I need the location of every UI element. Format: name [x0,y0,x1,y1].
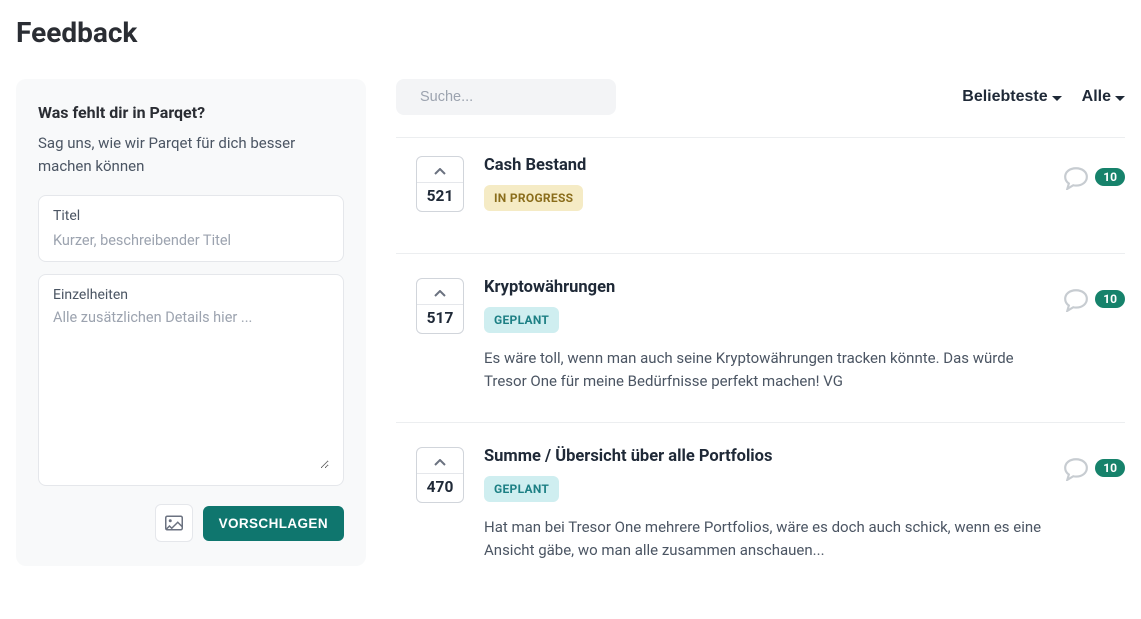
comment-icon [1063,457,1089,485]
chevron-up-icon [417,448,463,473]
item-title[interactable]: Summe / Übersicht über alle Portfolios [484,447,1043,466]
sort-label: Beliebteste [962,88,1047,106]
feedback-item: 521 Cash Bestand IN PROGRESS 10 [396,156,1125,254]
details-field-wrapper: Einzelheiten [38,274,344,486]
comment-count: 10 [1095,459,1125,477]
vote-count: 470 [417,473,463,502]
details-input[interactable] [53,309,329,469]
vote-count: 517 [417,304,463,333]
sort-dropdown[interactable]: Beliebteste [962,88,1061,106]
vote-button[interactable]: 521 [416,156,464,212]
page-title: Feedback [16,16,1125,49]
item-title[interactable]: Cash Bestand [484,156,1043,175]
item-body: Kryptowährungen GEPLANT Es wäre toll, wenn… [484,278,1043,394]
vote-button[interactable]: 517 [416,278,464,334]
feedback-item: 470 Summe / Übersicht über alle Portfolio… [396,447,1125,591]
comments-indicator[interactable]: 10 [1063,278,1125,394]
toolbar: Beliebteste Alle [396,79,1125,115]
status-badge: IN PROGRESS [484,185,583,211]
attach-image-button[interactable] [155,504,193,542]
submit-button[interactable]: VORSCHLAGEN [203,506,344,541]
item-title[interactable]: Kryptowährungen [484,278,1043,297]
item-body: Cash Bestand IN PROGRESS [484,156,1043,225]
form-subheading: Sag uns, wie wir Parqet für dich besser … [38,132,344,177]
comment-count: 10 [1095,290,1125,308]
comments-indicator[interactable]: 10 [1063,447,1125,563]
item-body: Summe / Übersicht über alle Portfolios GE… [484,447,1043,563]
divider [396,137,1125,138]
vote-button[interactable]: 470 [416,447,464,503]
chevron-down-icon [1052,96,1062,101]
title-field-label: Titel [53,208,329,224]
comment-icon [1063,288,1089,316]
feedback-item: 517 Kryptowährungen GEPLANT Es wäre toll, w… [396,278,1125,423]
search-input[interactable] [420,89,607,105]
vote-count: 521 [417,182,463,211]
chevron-up-icon [417,279,463,304]
comment-count: 10 [1095,168,1125,186]
form-heading: Was fehlt dir in Parqet? [38,103,344,122]
chevron-down-icon [1115,96,1125,101]
search-box[interactable] [396,79,616,115]
chevron-up-icon [417,157,463,182]
comments-indicator[interactable]: 10 [1063,156,1125,225]
details-field-label: Einzelheiten [53,287,329,303]
item-description: Es wäre toll, wenn man auch seine Krypto… [484,347,1043,394]
filter-dropdown[interactable]: Alle [1082,88,1125,106]
title-field-wrapper: Titel [38,195,344,262]
status-badge: GEPLANT [484,307,559,333]
feedback-form: Was fehlt dir in Parqet? Sag uns, wie wi… [16,79,366,566]
filter-label: Alle [1082,88,1111,106]
image-icon [165,515,183,531]
status-badge: GEPLANT [484,476,559,502]
comment-icon [1063,166,1089,194]
title-input[interactable] [53,232,329,249]
item-description: Hat man bei Tresor One mehrere Portfolio… [484,516,1043,563]
